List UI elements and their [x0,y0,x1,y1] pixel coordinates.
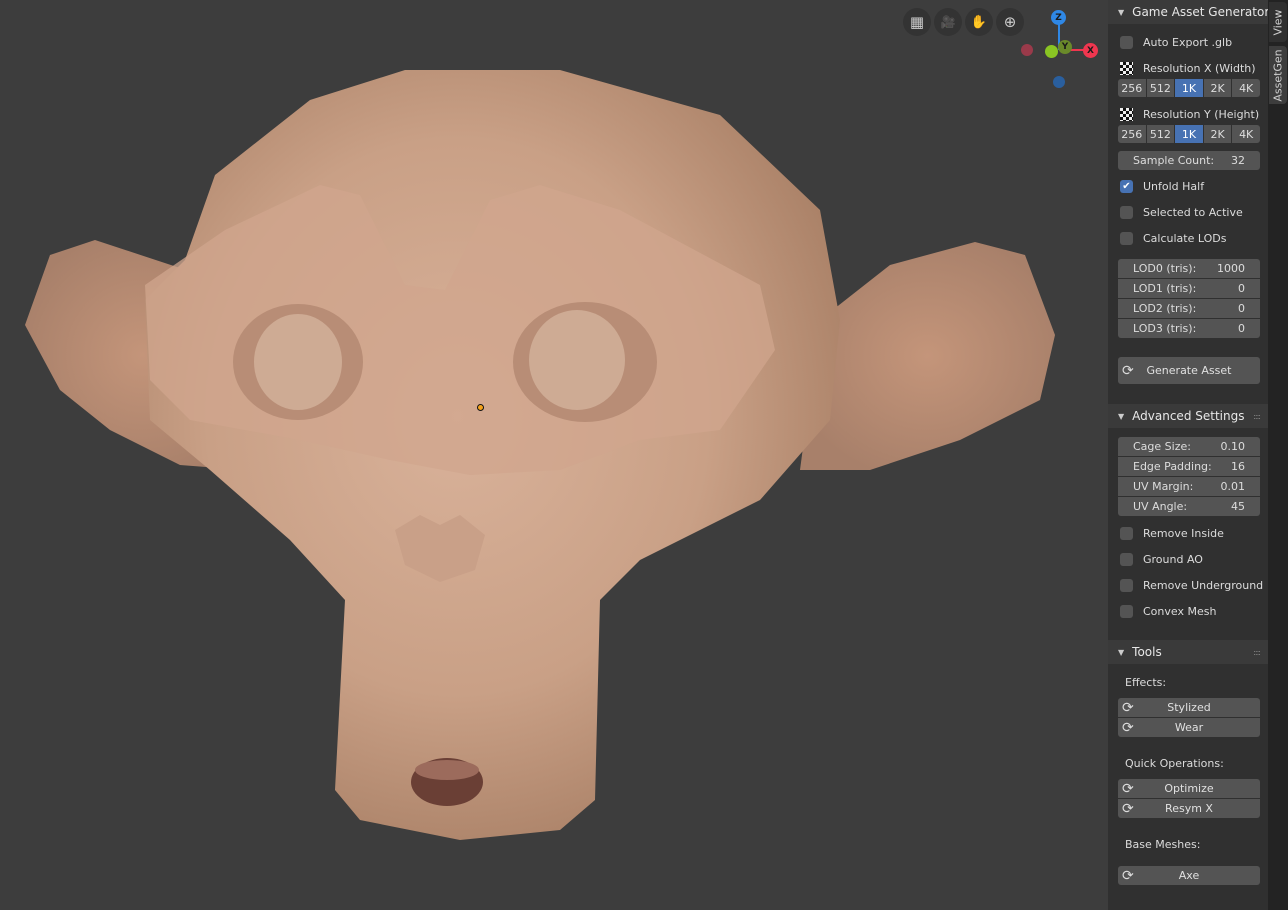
effects-label: Effects: [1125,676,1167,689]
collapse-triangle-icon: ▼ [1118,647,1125,657]
res-x-512[interactable]: 512 [1146,79,1175,97]
refresh-icon: ⟳ [1122,800,1134,817]
camera-icon: 🎥 [940,15,956,29]
auto-export-checkbox[interactable]: Auto Export .glb [1120,34,1232,50]
remove-inside-checkbox[interactable]: Remove Inside [1120,525,1224,541]
resolution-x-label: Resolution X (Width) [1120,60,1256,76]
selected-to-active-checkbox[interactable]: Selected to Active [1120,204,1243,220]
tab-view[interactable]: View [1269,2,1287,42]
wear-button[interactable]: ⟳ Wear [1118,718,1260,737]
checkbox-box[interactable] [1120,552,1133,566]
gizmo-neg-z[interactable] [1053,76,1065,88]
collapse-triangle-icon: ▼ [1118,7,1125,17]
collapse-triangle-icon: ▼ [1118,411,1125,421]
sidebar-panel: ▼ Game Asset Generator Auto Export .glb … [1108,0,1270,910]
generate-asset-button[interactable]: ⟳ Generate Asset [1118,357,1260,384]
remove-underground-checkbox[interactable]: Remove Underground [1120,577,1263,593]
pan-view-button[interactable]: ✋ [965,8,993,36]
res-y-1k[interactable]: 1K [1175,125,1203,143]
lod0-field[interactable]: LOD0 (tris): 1000 [1118,259,1260,278]
res-y-512[interactable]: 512 [1146,125,1175,143]
gizmo-neg-x[interactable] [1021,44,1033,56]
check-icon: ✔ [1122,180,1131,192]
monkey-mesh [25,70,1055,840]
calculate-lods-checkbox[interactable]: Calculate LODs [1120,230,1226,246]
object-origin [477,404,484,411]
res-x-2k[interactable]: 2K [1203,79,1232,97]
resolution-x-selector[interactable]: 256 512 1K 2K 4K [1118,79,1260,97]
sample-count-field[interactable]: Sample Count: 32 [1118,151,1260,170]
3d-viewport[interactable]: ▦ 🎥 ✋ ⊕ Y Z X [0,0,1108,910]
res-x-256[interactable]: 256 [1118,79,1146,97]
gizmo-x[interactable]: X [1083,43,1098,58]
right-ear [800,242,1055,470]
refresh-icon: ⟳ [1122,699,1134,716]
checkbox-box[interactable] [1120,35,1133,49]
res-y-256[interactable]: 256 [1118,125,1146,143]
cage-size-field[interactable]: Cage Size: 0.10 [1118,437,1260,456]
axe-button[interactable]: ⟳ Axe [1118,866,1260,885]
res-x-4k[interactable]: 4K [1232,79,1260,97]
stylized-button[interactable]: ⟳ Stylized [1118,698,1260,717]
hand-icon: ✋ [970,14,988,30]
uv-angle-field[interactable]: UV Angle: 45 [1118,497,1260,516]
optimize-button[interactable]: ⟳ Optimize [1118,779,1260,798]
panel-header-tools[interactable]: ▼ Tools :::: [1108,640,1268,664]
gizmo-neg-y[interactable] [1045,45,1058,58]
refresh-icon: ⟳ [1122,867,1134,884]
ground-ao-checkbox[interactable]: Ground AO [1120,551,1203,567]
panel-header-advanced-settings[interactable]: ▼ Advanced Settings :::: [1108,404,1268,428]
res-y-2k[interactable]: 2K [1203,125,1232,143]
res-x-1k[interactable]: 1K [1175,79,1203,97]
gizmo-y[interactable]: Y [1058,40,1072,54]
checkbox-box[interactable] [1120,578,1133,592]
lod1-field[interactable]: LOD1 (tris): 0 [1118,279,1260,298]
grid-icon: ▦ [909,13,925,31]
checkbox-box[interactable] [1120,205,1133,219]
checkbox-box[interactable] [1120,231,1133,245]
zoom-view-button[interactable]: ⊕ [996,8,1024,36]
left-eye [254,314,342,410]
right-eye [529,310,625,410]
zoom-icon: ⊕ [1003,13,1017,31]
drag-grip-icon[interactable]: :::: [1253,648,1261,657]
lod3-field[interactable]: LOD3 (tris): 0 [1118,319,1260,338]
lod2-field[interactable]: LOD2 (tris): 0 [1118,299,1260,318]
res-y-4k[interactable]: 4K [1232,125,1260,143]
tab-assetgen[interactable]: AssetGen [1269,46,1287,104]
checkbox-box[interactable] [1120,526,1133,540]
resolution-y-label: Resolution Y (Height) [1120,106,1259,122]
refresh-icon: ⟳ [1122,780,1134,797]
panel-header-game-asset-generator[interactable]: ▼ Game Asset Generator [1108,0,1270,24]
resolution-y-selector[interactable]: 256 512 1K 2K 4K [1118,125,1260,143]
camera-view-button[interactable]: 🎥 [934,8,962,36]
sidebar-tabs: View AssetGen [1268,0,1288,910]
refresh-icon: ⟳ [1122,362,1134,379]
texture-icon [1120,61,1133,75]
resym-x-button[interactable]: ⟳ Resym X [1118,799,1260,818]
texture-icon [1120,107,1133,121]
quick-operations-label: Quick Operations: [1125,757,1224,770]
gizmo-z[interactable]: Z [1051,10,1066,25]
toggle-grid-button[interactable]: ▦ [903,8,931,36]
refresh-icon: ⟳ [1122,719,1134,736]
checkbox-box[interactable] [1120,604,1133,618]
edge-padding-field[interactable]: Edge Padding: 16 [1118,457,1260,476]
checkbox-box[interactable]: ✔ [1120,179,1133,193]
unfold-half-checkbox[interactable]: ✔ Unfold Half [1120,178,1204,194]
panel-title: Game Asset Generator [1132,5,1270,19]
convex-mesh-checkbox[interactable]: Convex Mesh [1120,603,1216,619]
base-meshes-label: Base Meshes: [1125,838,1201,851]
uv-margin-field[interactable]: UV Margin: 0.01 [1118,477,1260,496]
drag-grip-icon[interactable]: :::: [1253,412,1261,421]
